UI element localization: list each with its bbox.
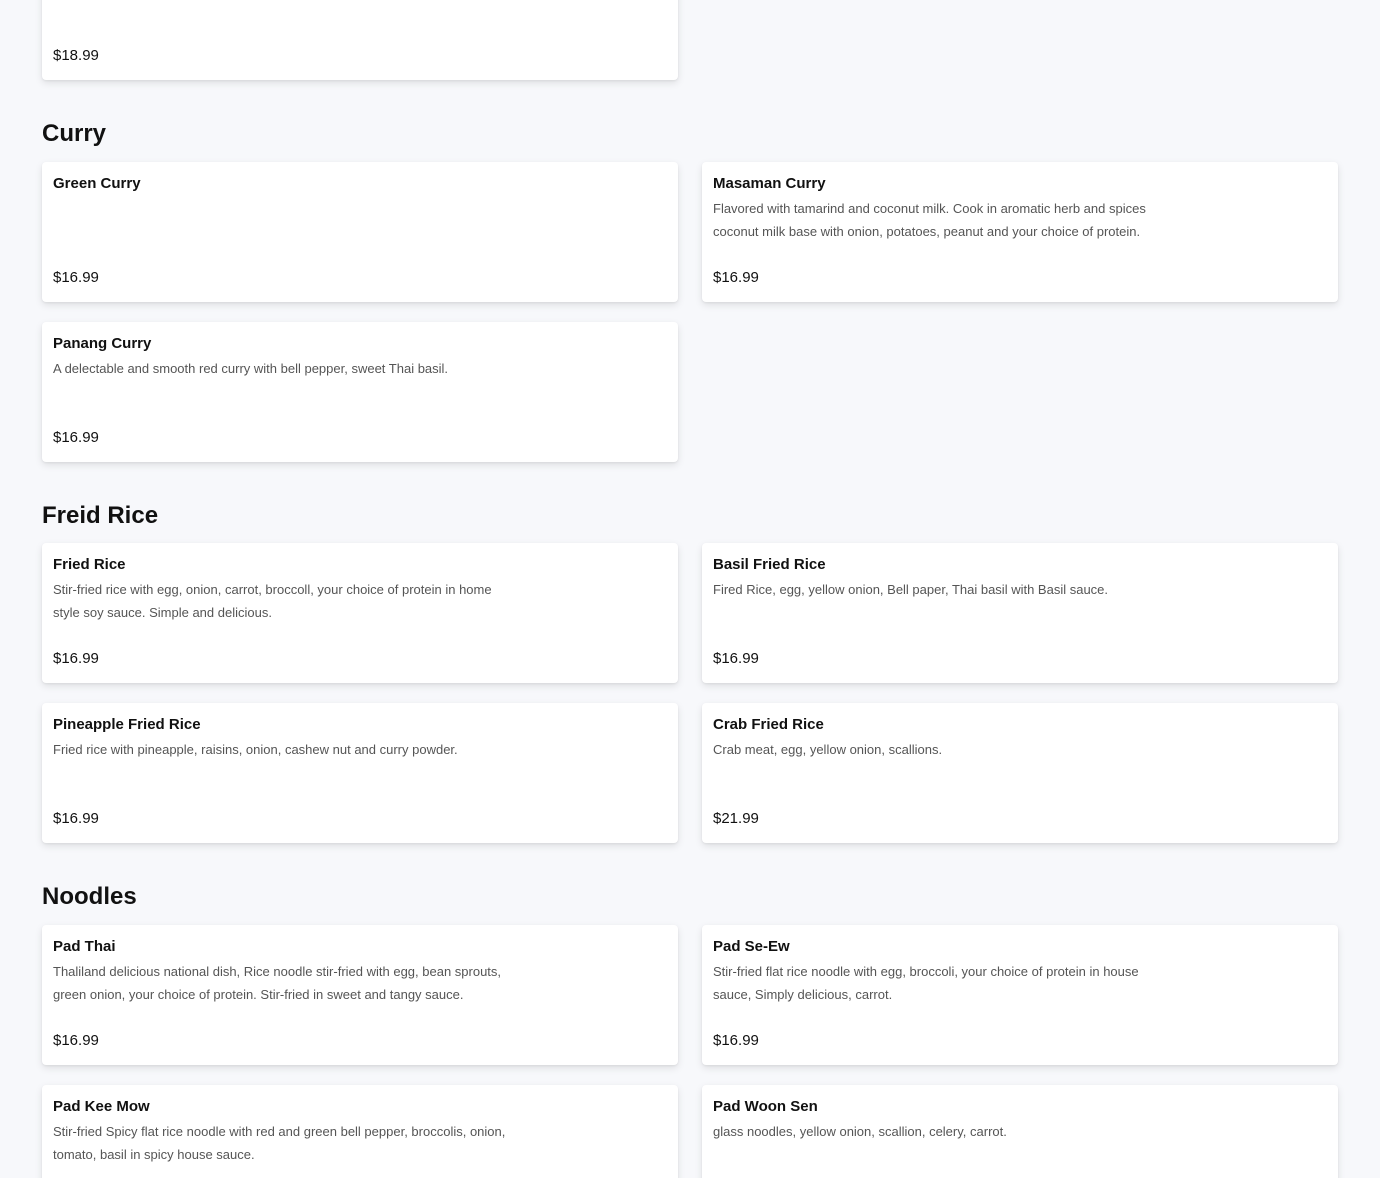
item-price: $16.99 (53, 429, 99, 446)
menu-item-crab-fried-rice[interactable]: Crab Fried Rice Crab meat, egg, yellow o… (702, 703, 1338, 843)
menu-item-pad-thai[interactable]: Pad Thai Thaliland delicious national di… (42, 925, 678, 1065)
item-description: Stir-fried flat rice noodle with egg, br… (713, 964, 1139, 1002)
item-name: Pineapple Fried Rice (53, 716, 201, 733)
item-name: Pad Thai (53, 938, 116, 955)
item-description: Fired Rice, egg, yellow onion, Bell pape… (713, 582, 1109, 597)
item-price: $18.99 (53, 47, 99, 64)
section-title-fried-rice: Freid Rice (42, 502, 159, 529)
menu-item-pad-kee-mow[interactable]: Pad Kee Mow Stir-fried Spicy flat rice n… (42, 1085, 678, 1178)
item-price: $16.99 (53, 810, 99, 827)
menu-item-card[interactable]: $18.99 (42, 0, 678, 80)
item-name: Masaman Curry (713, 175, 826, 192)
menu-item-panang-curry[interactable]: Panang Curry A delectable and smooth red… (42, 322, 678, 462)
item-description: Stir-fried rice with egg, onion, carrot,… (53, 582, 492, 620)
item-description: A delectable and smooth red curry with b… (53, 361, 449, 376)
menu-item-masaman-curry[interactable]: Masaman Curry Flavored with tamarind and… (702, 162, 1338, 302)
item-name: Panang Curry (53, 335, 152, 352)
item-description: Flavored with tamarind and coconut milk.… (713, 201, 1146, 239)
section-title-curry: Curry (42, 120, 107, 147)
item-name: Pad Kee Mow (53, 1098, 150, 1115)
item-description: Fried rice with pineapple, raisins, onio… (53, 742, 458, 757)
item-name: Pad Woon Sen (713, 1098, 818, 1115)
item-description: Thaliland delicious national dish, Rice … (53, 964, 502, 1002)
item-price: $16.99 (713, 269, 759, 286)
item-price: $21.99 (713, 810, 759, 827)
item-price: $16.99 (713, 650, 759, 667)
menu-page: $18.99 Curry Green Curry $16.99 Masaman … (0, 0, 1380, 1178)
item-description: Crab meat, egg, yellow onion, scallions. (713, 742, 943, 757)
item-name: Fried Rice (53, 556, 126, 573)
menu-item-pad-woon-sen[interactable]: Pad Woon Sen glass noodles, yellow onion… (702, 1085, 1338, 1178)
item-price: $16.99 (53, 650, 99, 667)
item-description: glass noodles, yellow onion, scallion, c… (713, 1124, 1007, 1139)
item-name: Pad Se-Ew (713, 938, 790, 955)
menu-item-pad-se-ew[interactable]: Pad Se-Ew Stir-fried flat rice noodle wi… (702, 925, 1338, 1065)
item-description: Stir-fried Spicy flat rice noodle with r… (53, 1124, 506, 1162)
menu-item-basil-fried-rice[interactable]: Basil Fried Rice Fired Rice, egg, yellow… (702, 543, 1338, 683)
section-title-noodles: Noodles (42, 883, 137, 910)
item-price: $16.99 (713, 1032, 759, 1049)
menu-item-pineapple-fried-rice[interactable]: Pineapple Fried Rice Fried rice with pin… (42, 703, 678, 843)
menu-item-green-curry[interactable]: Green Curry $16.99 (42, 162, 678, 302)
item-price: $16.99 (53, 1032, 99, 1049)
item-name: Basil Fried Rice (713, 556, 826, 573)
menu-item-fried-rice[interactable]: Fried Rice Stir-fried rice with egg, oni… (42, 543, 678, 683)
item-name: Green Curry (53, 175, 141, 192)
item-price: $16.99 (53, 269, 99, 286)
item-name: Crab Fried Rice (713, 716, 824, 733)
